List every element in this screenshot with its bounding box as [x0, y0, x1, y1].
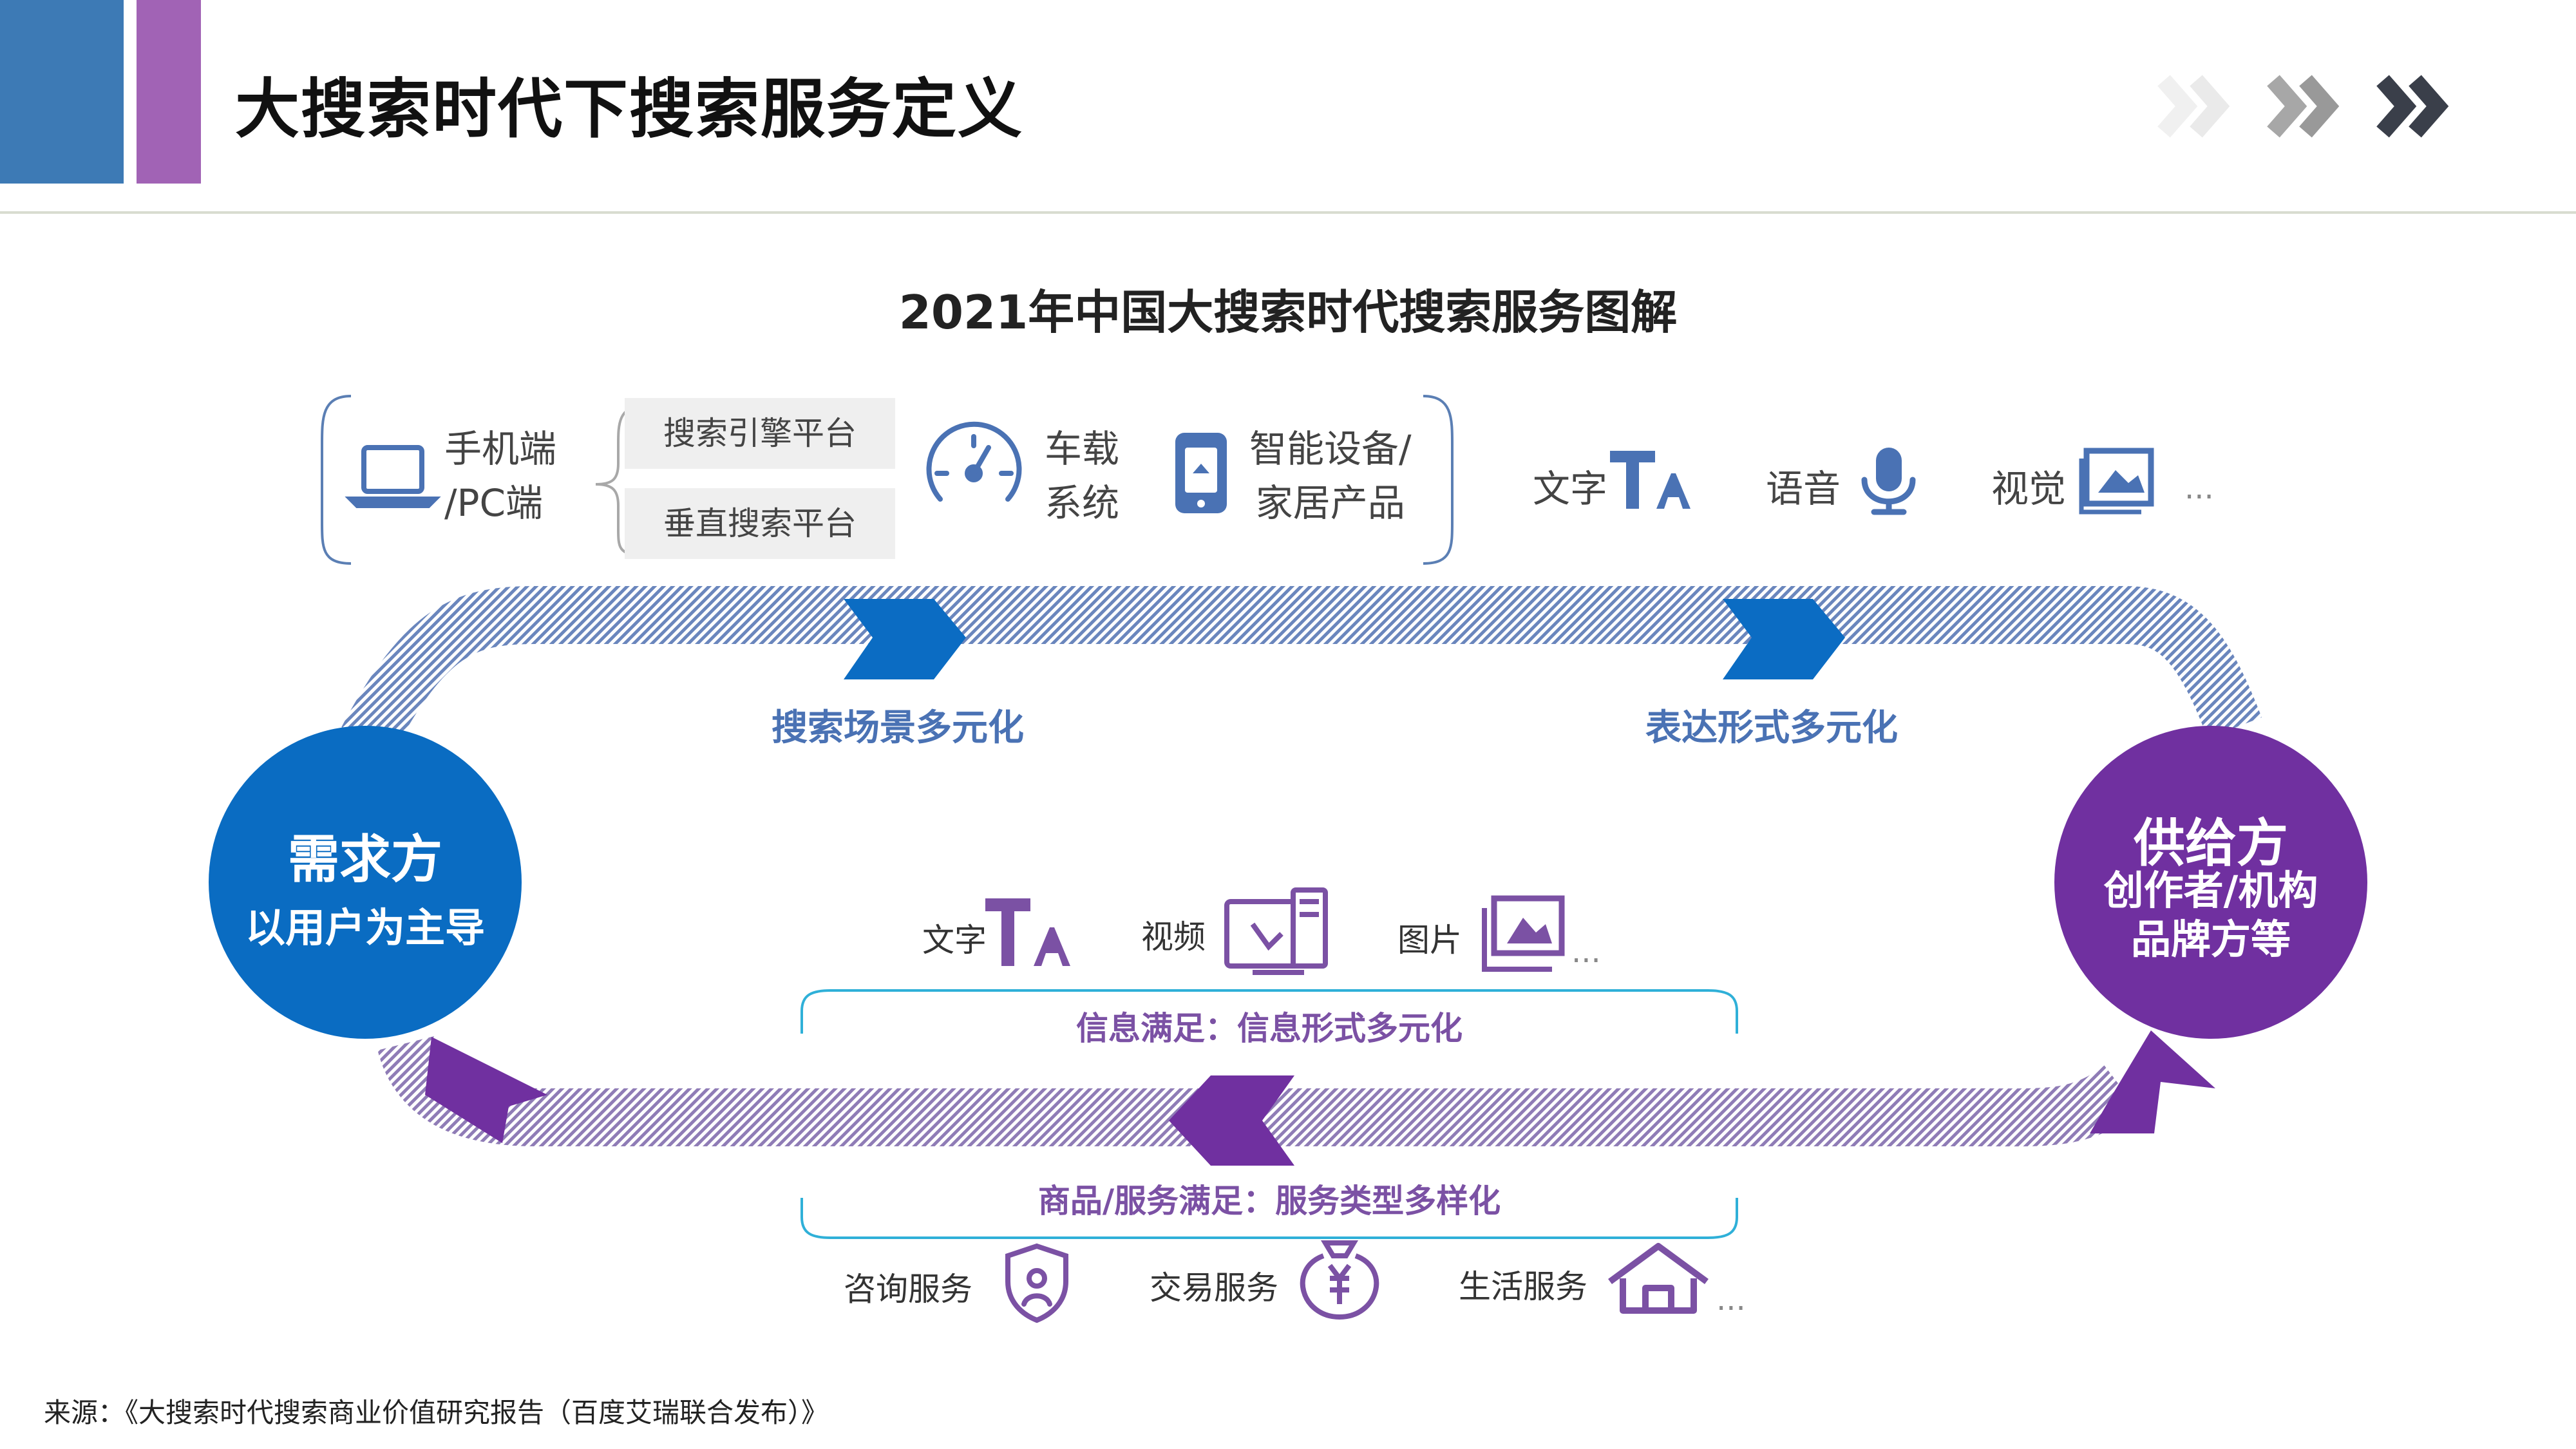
platform-box-search-engine: 搜索引擎平台	[625, 398, 895, 469]
smart-device-label: 智能设备/ 家居产品	[1249, 422, 1412, 530]
smart-device-label-line: 家居产品	[1255, 481, 1405, 525]
format-voice-label: 语音	[1766, 467, 1841, 511]
service-trade-label: 交易服务	[1150, 1269, 1278, 1307]
format-text-label: 文字	[1533, 467, 1608, 511]
platform-box-vertical-search: 垂直搜索平台	[625, 488, 895, 559]
smart-device-icon	[1175, 433, 1227, 513]
goods-ellipsis: ...	[1716, 1282, 1746, 1318]
flow-label-expression: 表达形式多元化	[1645, 707, 1898, 749]
info-video-label: 视频	[1141, 918, 1206, 956]
car-label-line: 系统	[1045, 481, 1120, 525]
goods-satisfaction-label: 商品/服务满足：服务类型多样化	[1037, 1182, 1501, 1220]
text-format-icon	[985, 898, 1070, 966]
house-icon	[1608, 1243, 1709, 1314]
service-consult-label: 咨询服务	[844, 1271, 972, 1308]
slide: 大搜索时代下搜索服务定义 2021年中国大搜索时代搜索服务图解 手机端 /PC端…	[0, 0, 2576, 1449]
header-blue-bar	[0, 0, 124, 184]
info-picture-label: 图片	[1397, 922, 1462, 959]
info-ellipsis: ...	[1571, 934, 1601, 970]
chevrons-right-icon	[2157, 75, 2449, 138]
device-label: 手机端 /PC端	[444, 422, 556, 530]
top-flow-band	[341, 586, 2262, 755]
smart-device-label-line: 智能设备/	[1249, 427, 1412, 471]
money-bag-icon	[1300, 1240, 1379, 1320]
supply-subtitle-line: 品牌方等	[2130, 916, 2291, 963]
consult-shield-icon	[1005, 1243, 1068, 1323]
format-visual-label: 视觉	[1991, 467, 2067, 511]
device-label-line: /PC端	[444, 481, 544, 525]
laptop-icon	[345, 445, 441, 508]
source-note: 来源：《大搜索时代搜索商业价值研究报告（百度艾瑞联合发布）》	[44, 1397, 829, 1428]
diagram-title: 2021年中国大搜索时代搜索服务图解	[898, 285, 1678, 339]
header-purple-bar	[137, 0, 201, 184]
supply-title: 供给方	[2134, 813, 2288, 873]
info-satisfaction-label: 信息满足：信息形式多元化	[1076, 1010, 1463, 1047]
device-label-line: 手机端	[444, 427, 557, 471]
flow-label-scenario: 搜索场景多元化	[772, 707, 1024, 749]
image-gallery-icon	[2079, 448, 2154, 515]
demand-title: 需求方	[288, 829, 442, 889]
text-format-icon	[1610, 451, 1690, 509]
microphone-icon	[1861, 448, 1916, 515]
demand-subtitle: 以用户为主导	[245, 904, 485, 951]
car-label-line: 车载	[1045, 427, 1120, 471]
info-text-label: 文字	[922, 922, 987, 959]
supply-subtitle-line: 创作者/机构	[2103, 867, 2318, 914]
video-screen-icon	[1224, 887, 1328, 975]
formats-ellipsis: ...	[2184, 470, 2214, 506]
supply-subtitle: 创作者/机构 品牌方等	[2054, 866, 2367, 964]
top-bracket-left	[321, 395, 352, 565]
picture-icon	[1482, 895, 1565, 972]
diagram-graphics	[0, 0, 2576, 1323]
car-label: 车载 系统	[1045, 422, 1119, 530]
top-bracket-right	[1423, 395, 1454, 565]
service-life-label: 生活服务	[1459, 1268, 1587, 1305]
page-title: 大搜索时代下搜索服务定义	[235, 71, 1023, 147]
speedometer-icon	[926, 421, 1022, 502]
